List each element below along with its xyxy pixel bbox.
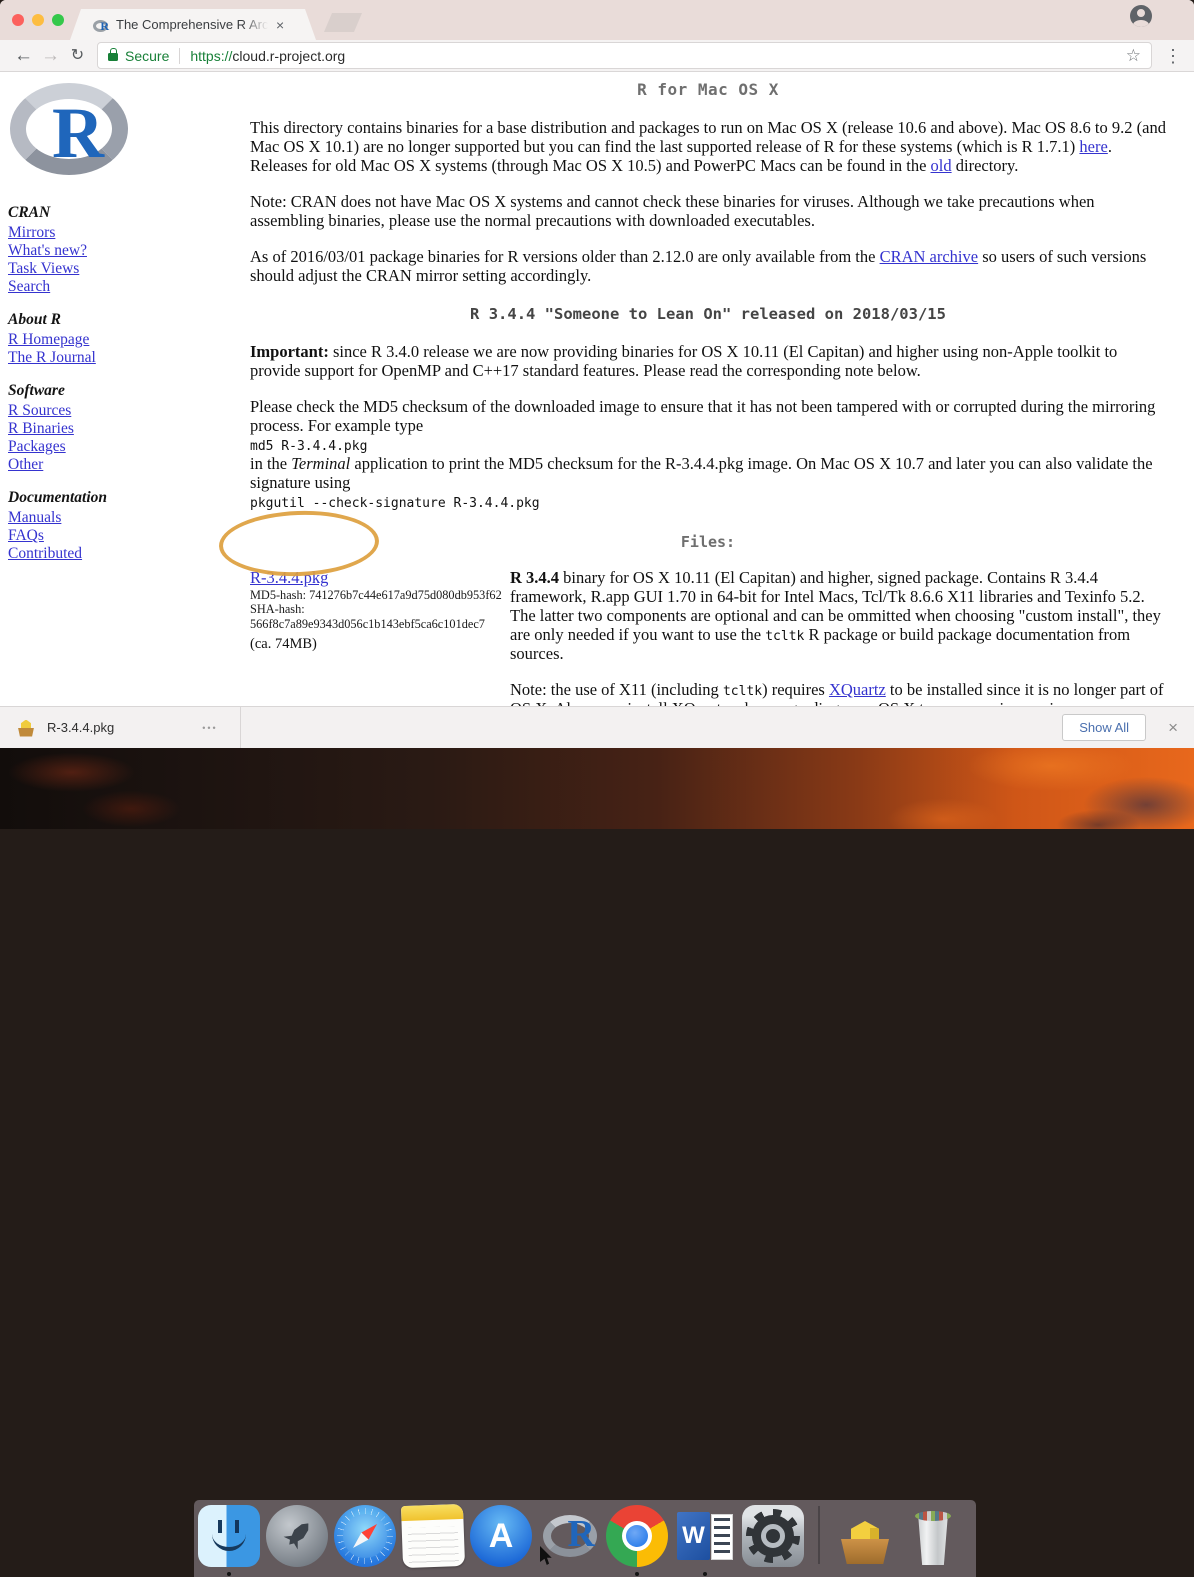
inline-link[interactable]: XQuartz bbox=[829, 680, 886, 699]
dock-trash-icon[interactable] bbox=[902, 1505, 964, 1567]
url-bar[interactable]: Secure https:// cloud.r-project.org ☆ bbox=[97, 42, 1152, 69]
window-close-button[interactable] bbox=[12, 14, 24, 26]
sidebar-link-r-binaries[interactable]: R Binaries bbox=[8, 420, 188, 438]
sidebar: R CRAN MirrorsWhat's new?Task ViewsSearch… bbox=[8, 77, 188, 563]
desktop-wallpaper: ARW bbox=[0, 748, 1194, 829]
download-bar-divider bbox=[240, 707, 241, 748]
show-all-button[interactable]: Show All bbox=[1062, 714, 1146, 741]
dock-finder-icon[interactable] bbox=[198, 1505, 260, 1567]
sidebar-link-task-views[interactable]: Task Views bbox=[8, 260, 188, 278]
sidebar-link-the-r-journal[interactable]: The R Journal bbox=[8, 349, 188, 367]
profile-avatar-icon[interactable] bbox=[1130, 5, 1152, 27]
sidebar-link-packages[interactable]: Packages bbox=[8, 438, 188, 456]
file-entry-row: R-3.4.4.pkg MD5-hash: 741276b7c44e617a9d… bbox=[250, 569, 1166, 706]
pkg-download-link[interactable]: R-3.4.4.pkg bbox=[250, 568, 328, 587]
sidebar-link-manuals[interactable]: Manuals bbox=[8, 509, 188, 527]
gear-glyph bbox=[752, 1515, 794, 1557]
xquartz-note: Note: the use of X11 (including tcltk) r… bbox=[510, 681, 1166, 706]
r-letter: R bbox=[568, 1515, 595, 1553]
pkg-file-icon bbox=[16, 718, 36, 738]
file-description-column: R 3.4.4 binary for OS X 10.11 (El Capita… bbox=[510, 569, 1166, 706]
file-size: (ca. 74MB) bbox=[250, 636, 510, 653]
sidebar-heading-documentation: Documentation bbox=[8, 489, 188, 507]
download-bar-close-icon[interactable]: × bbox=[1168, 719, 1178, 736]
virus-note-paragraph: Note: CRAN does not have Mac OS X system… bbox=[250, 193, 1166, 231]
reload-icon[interactable]: ↻ bbox=[64, 48, 91, 64]
window-zoom-button[interactable] bbox=[52, 14, 64, 26]
r-logo: R bbox=[8, 79, 132, 189]
tab-strip: R The Comprehensive R Archive × bbox=[0, 0, 1194, 40]
sidebar-link-search[interactable]: Search bbox=[8, 278, 188, 296]
page-content: R CRAN MirrorsWhat's new?Task ViewsSearch… bbox=[0, 73, 1194, 706]
window-minimize-button[interactable] bbox=[32, 14, 44, 26]
inline-link[interactable]: old bbox=[931, 156, 952, 175]
sidebar-link-r-homepage[interactable]: R Homepage bbox=[8, 331, 188, 349]
dock-app-store-icon[interactable]: A bbox=[470, 1505, 532, 1567]
sidebar-link-contributed[interactable]: Contributed bbox=[8, 545, 188, 563]
running-indicator-dot bbox=[703, 1572, 707, 1576]
main-column: R for Mac OS X This directory contains b… bbox=[250, 75, 1166, 706]
doc-lines bbox=[711, 1514, 733, 1560]
browser-tab[interactable]: R The Comprehensive R Archive × bbox=[70, 9, 316, 40]
secure-label: Secure bbox=[125, 48, 169, 64]
forward-icon[interactable]: → bbox=[37, 46, 64, 65]
secure-lock-icon bbox=[108, 53, 118, 61]
appstore-letter: A bbox=[470, 1505, 532, 1567]
dock-divider bbox=[818, 1506, 820, 1564]
browser-window: R The Comprehensive R Archive × ← → ↻ Se… bbox=[0, 0, 1194, 748]
sidebar-nav: CRAN MirrorsWhat's new?Task ViewsSearch Ab… bbox=[8, 204, 188, 563]
tab-title: The Comprehensive R Archive bbox=[116, 17, 268, 32]
word-letter: W bbox=[677, 1512, 710, 1560]
bookmark-star-icon[interactable]: ☆ bbox=[1126, 47, 1141, 64]
download-filename[interactable]: R-3.4.4.pkg bbox=[47, 720, 114, 735]
file-description: R 3.4.4 binary for OS X 10.11 (El Capita… bbox=[510, 569, 1166, 664]
sha-hash: SHA-hash: 566f8c7a89e9343d056c1b143ebf5c… bbox=[250, 602, 510, 631]
running-indicator-dot bbox=[227, 1572, 231, 1576]
dock-chrome-icon[interactable] bbox=[606, 1505, 668, 1567]
tab-close-icon[interactable]: × bbox=[276, 18, 284, 32]
new-tab-button[interactable] bbox=[324, 13, 362, 32]
r-favicon-icon: R bbox=[92, 16, 109, 33]
dock: AR W bbox=[194, 1500, 976, 1577]
rocket-glyph bbox=[273, 1512, 321, 1560]
inline-link[interactable]: CRAN archive bbox=[880, 247, 979, 266]
sidebar-link-r-sources[interactable]: R Sources bbox=[8, 402, 188, 420]
important-paragraph: Important: since R 3.4.0 release we are … bbox=[250, 343, 1166, 381]
running-indicator-dot bbox=[635, 1572, 639, 1576]
sidebar-heading-about-r: About R bbox=[8, 311, 188, 329]
url-scheme: https:// bbox=[190, 48, 232, 64]
sidebar-link-what-s-new-[interactable]: What's new? bbox=[8, 242, 188, 260]
inline-link[interactable]: here bbox=[1079, 137, 1107, 156]
dock-system-preferences-icon[interactable] bbox=[742, 1505, 804, 1567]
url-host: cloud.r-project.org bbox=[232, 48, 345, 64]
download-menu-icon[interactable]: ••• bbox=[202, 723, 217, 733]
files-heading: Files: bbox=[250, 534, 1166, 551]
url-separator bbox=[179, 48, 180, 64]
sidebar-heading-cran: CRAN bbox=[8, 204, 188, 222]
dock-installer-icon[interactable] bbox=[834, 1505, 896, 1567]
sidebar-link-other[interactable]: Other bbox=[8, 456, 188, 474]
page-title: R for Mac OS X bbox=[250, 81, 1166, 99]
dock-word-icon[interactable]: W bbox=[674, 1505, 736, 1567]
browser-toolbar: ← → ↻ Secure https:// cloud.r-project.or… bbox=[0, 40, 1194, 72]
dock-notes-icon[interactable] bbox=[401, 1504, 465, 1568]
sidebar-heading-software: Software bbox=[8, 382, 188, 400]
sidebar-link-mirrors[interactable]: Mirrors bbox=[8, 224, 188, 242]
checksum-paragraph: Please check the MD5 checksum of the dow… bbox=[250, 398, 1166, 512]
intro-paragraph: This directory contains binaries for a b… bbox=[250, 119, 1166, 176]
download-bar: R-3.4.4.pkg ••• Show All × bbox=[0, 706, 1194, 748]
dock-safari-icon[interactable] bbox=[334, 1505, 396, 1567]
release-heading: R 3.4.4 "Someone to Lean On" released on… bbox=[250, 306, 1166, 324]
back-icon[interactable]: ← bbox=[10, 46, 37, 65]
dock-launchpad-icon[interactable] bbox=[266, 1505, 328, 1567]
file-link-column: R-3.4.4.pkg MD5-hash: 741276b7c44e617a9d… bbox=[250, 569, 510, 706]
sidebar-link-faqs[interactable]: FAQs bbox=[8, 527, 188, 545]
browser-menu-icon[interactable]: ⋮ bbox=[1162, 47, 1184, 65]
archive-note-paragraph: As of 2016/03/01 package binaries for R … bbox=[250, 248, 1166, 286]
md5-hash: MD5-hash: 741276b7c44e617a9d75d080db953f… bbox=[250, 588, 510, 603]
